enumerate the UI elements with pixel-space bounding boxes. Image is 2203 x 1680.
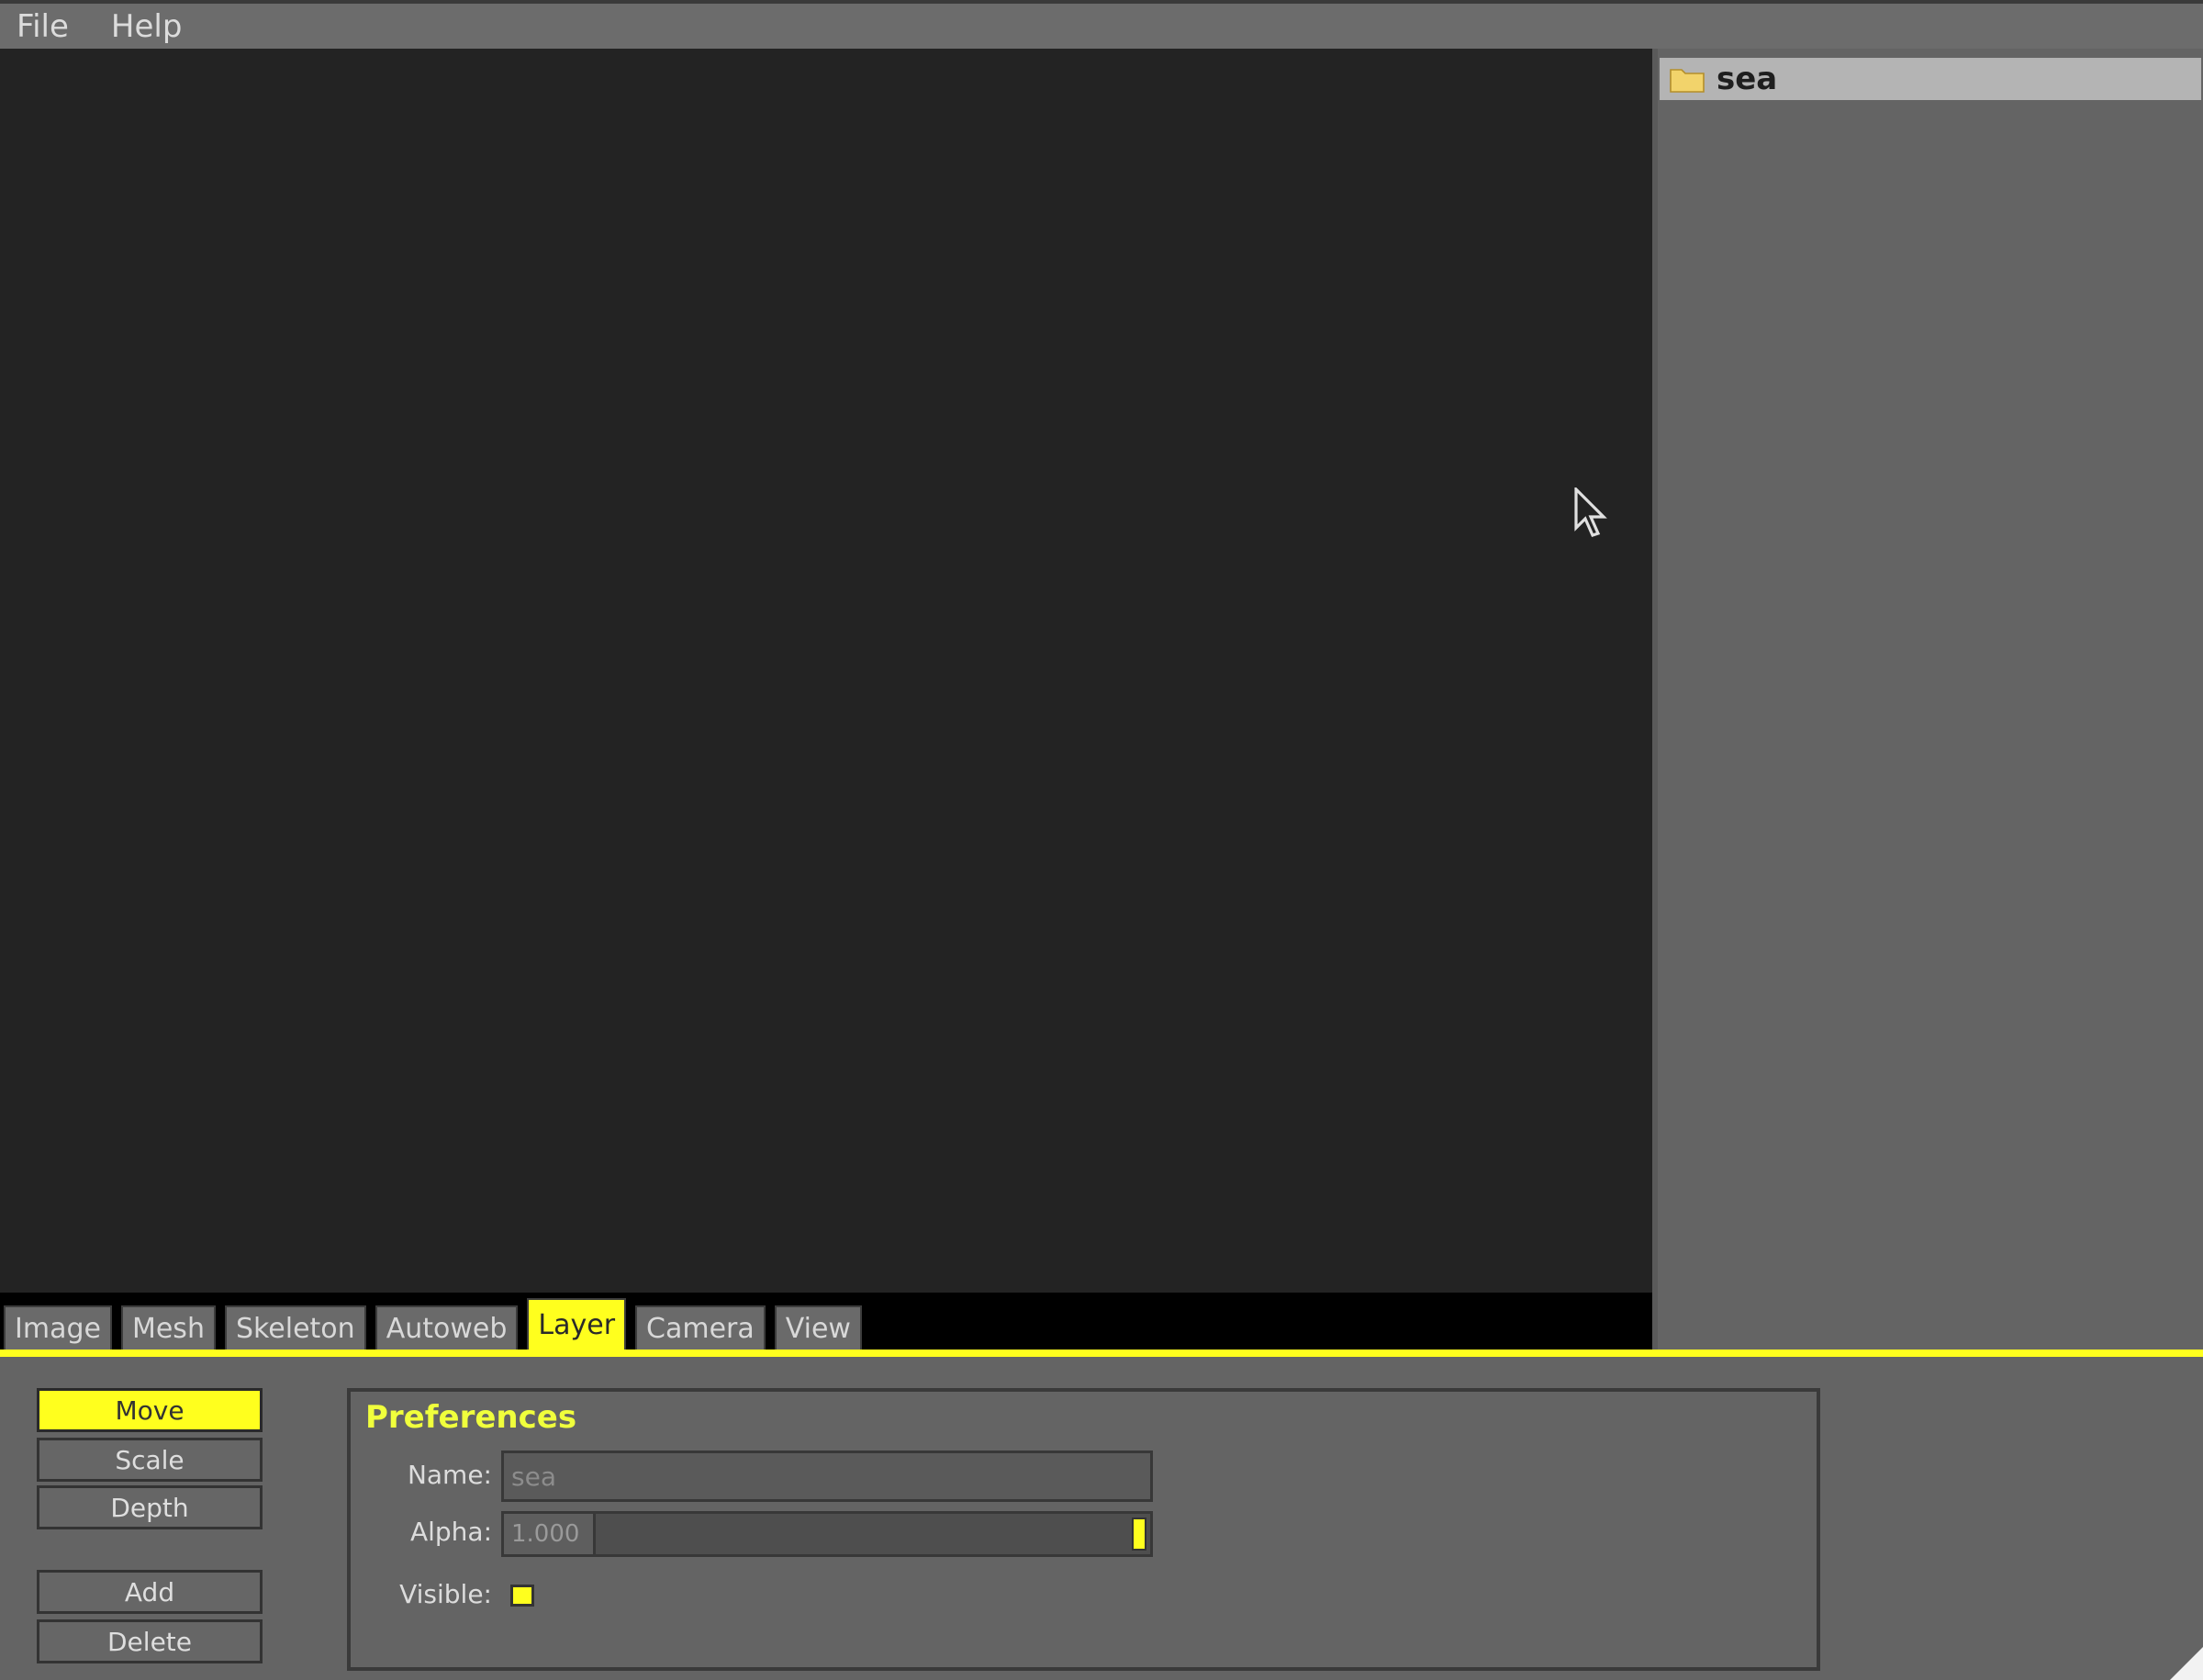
visible-label: Visible:: [399, 1579, 492, 1609]
tree-item-label: sea: [1717, 61, 1778, 97]
alpha-label: Alpha:: [409, 1517, 492, 1547]
preferences-group: Preferences Name: Alpha: 1.000 Visible:: [347, 1388, 1820, 1671]
tree-item-sea[interactable]: sea: [1660, 58, 2201, 100]
scale-button[interactable]: Scale: [37, 1438, 263, 1482]
panel-divider: [0, 1350, 2203, 1357]
tab-layer[interactable]: Layer: [527, 1298, 627, 1350]
viewport-canvas[interactable]: [0, 49, 1652, 1293]
tab-skeleton[interactable]: Skeleton: [224, 1305, 366, 1350]
mode-tab-strip: Image Mesh Skeleton Autoweb Layer Camera…: [0, 1293, 1652, 1350]
add-button[interactable]: Add: [37, 1570, 263, 1614]
delete-button[interactable]: Delete: [37, 1619, 263, 1663]
tab-image[interactable]: Image: [4, 1305, 112, 1350]
visible-checkbox[interactable]: [510, 1585, 534, 1607]
resize-grip-icon[interactable]: [2166, 1647, 2203, 1680]
name-input[interactable]: [501, 1450, 1153, 1502]
tab-mesh[interactable]: Mesh: [120, 1305, 216, 1350]
tab-camera[interactable]: Camera: [635, 1305, 766, 1350]
alpha-slider-handle[interactable]: [1132, 1518, 1146, 1551]
mouse-cursor-icon: [1574, 487, 1607, 537]
menu-help[interactable]: Help: [111, 8, 183, 45]
move-button[interactable]: Move: [37, 1388, 263, 1432]
depth-button[interactable]: Depth: [37, 1485, 263, 1529]
alpha-value[interactable]: 1.000: [504, 1514, 596, 1554]
preferences-title: Preferences: [365, 1399, 577, 1436]
folder-icon: [1670, 69, 1705, 93]
tab-view[interactable]: View: [774, 1305, 862, 1350]
layer-tools-panel: Move Scale Depth Add Delete Preferences …: [0, 1357, 2203, 1680]
menu-file[interactable]: File: [17, 8, 69, 45]
menu-bar: File Help: [0, 0, 2203, 49]
alpha-slider[interactable]: 1.000: [501, 1511, 1153, 1557]
tab-autoweb[interactable]: Autoweb: [375, 1305, 519, 1350]
layer-tree-panel: sea: [1652, 49, 2203, 1350]
name-label: Name:: [407, 1460, 492, 1490]
